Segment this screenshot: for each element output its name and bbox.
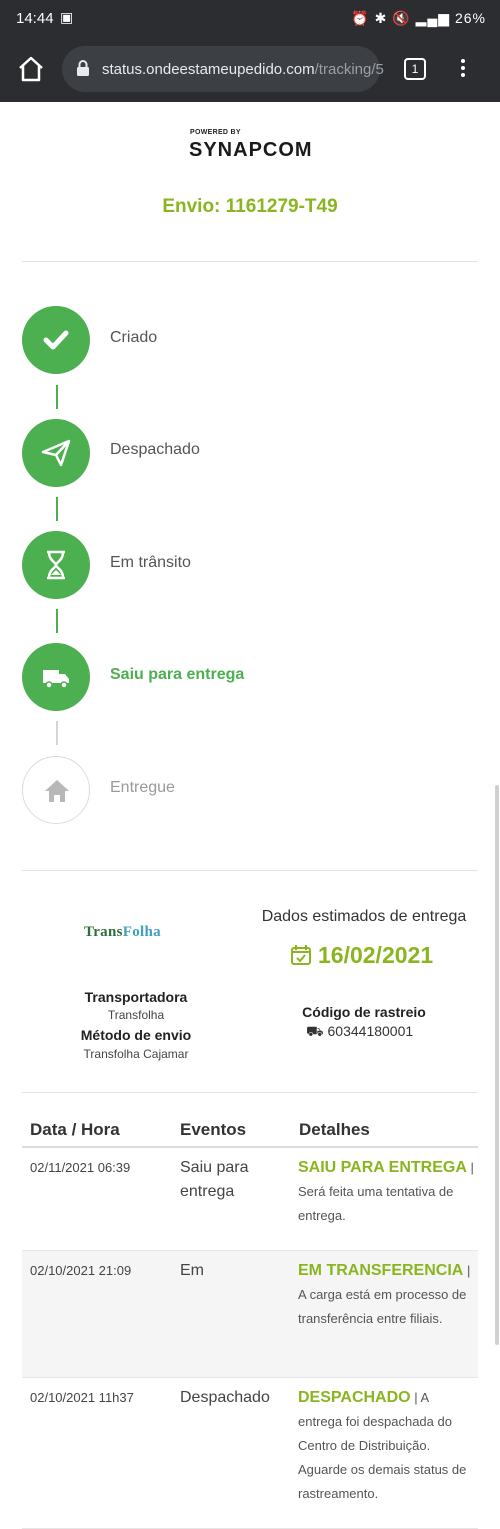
divider — [22, 870, 478, 871]
carrier-info: Transportadora Transfolha Método de envi… — [26, 989, 246, 1061]
paper-plane-icon — [41, 439, 71, 467]
table-row: 02/11/2021 06:39 Saiu para entrega SAIU … — [22, 1148, 478, 1251]
estimated-date-value: 16/02/2021 — [318, 942, 434, 968]
home-icon — [45, 780, 69, 802]
carrier-value: Transfolha — [107, 1008, 165, 1022]
table-row: 02/10/2021 11h37 Despachado DESPACHADO |… — [22, 1378, 478, 1529]
event-date: 02/11/2021 06:39 — [30, 1160, 131, 1175]
battery-level: 26% — [454, 10, 486, 26]
event-detail: SAIU PARA ENTREGA | Será feita uma tenta… — [298, 1159, 474, 1223]
page-scrollbar[interactable] — [495, 785, 499, 1345]
event-description: A carga está em processo de transferênci… — [298, 1287, 467, 1326]
event-detail: DESPACHADO | A entrega foi despachada do… — [298, 1389, 467, 1501]
shipment-title: Envio: 1161279-T49 — [162, 196, 338, 217]
shipping-method-value: Transfolha Cajamar — [83, 1047, 189, 1061]
home-icon[interactable] — [16, 54, 46, 84]
step-despachado-icon — [22, 419, 90, 487]
carrier-logo-part: Folha — [122, 924, 161, 940]
estimated-date: 16/02/2021 — [290, 942, 433, 969]
step-label-em-transito: Em trânsito — [110, 554, 191, 571]
check-icon — [43, 330, 69, 350]
event-description: A entrega foi despachada do Centro de Di… — [298, 1390, 467, 1501]
carrier-logo: TransFolha — [84, 924, 161, 941]
url-text: status.ondeestameupedido.com/tracking/5 — [102, 61, 384, 78]
url-host: status.ondeestameupedido.com — [102, 61, 315, 78]
event-name: Despachado — [180, 1389, 270, 1406]
calendar-check-icon — [291, 945, 311, 965]
step-connector — [56, 385, 58, 409]
step-label-despachado: Despachado — [110, 441, 200, 458]
hourglass-icon — [47, 550, 65, 580]
step-label-criado: Criado — [110, 329, 158, 346]
event-date: 02/10/2021 11h37 — [30, 1390, 134, 1405]
gallery-notification-icon: ▣ — [60, 9, 74, 25]
step-label-saiu-para-entrega: Saiu para entrega — [110, 666, 245, 683]
shipping-method-label: Método de envio — [80, 1027, 192, 1043]
divider — [22, 1092, 478, 1093]
tracking-code: ⛟ 60344180001 — [306, 1023, 413, 1042]
step-connector — [56, 497, 58, 521]
status-icons: ⏰ ✱ 🔇 ▂▄▆ 26% — [351, 10, 486, 26]
event-name: Em — [180, 1262, 204, 1279]
tracking-code-value: 60344180001 — [327, 1023, 414, 1039]
event-status: SAIU PARA ENTREGA — [298, 1159, 467, 1176]
truck-icon: ⛟ — [306, 1023, 324, 1039]
url-path: /tracking/5 — [314, 61, 384, 78]
carrier-logo-part: Trans — [84, 924, 123, 940]
overflow-menu-icon[interactable] — [458, 56, 468, 82]
step-connector — [56, 721, 58, 745]
estimate-label: Dados estimados de entrega — [261, 908, 467, 925]
step-saiu-para-entrega-icon — [22, 643, 90, 711]
event-description: Será feita uma tentativa de entrega. — [298, 1184, 454, 1223]
truck-icon — [43, 670, 69, 689]
step-label-entregue: Entregue — [110, 779, 175, 796]
event-name: Saiu para entrega — [180, 1159, 249, 1200]
divider — [22, 261, 478, 262]
tracking-events-table: Data / Hora Eventos Detalhes 02/11/2021 … — [22, 1108, 478, 1529]
system-status-bar: 14:44 ▣ ⏰ ✱ 🔇 ▂▄▆ 26% — [0, 0, 500, 38]
column-header-details: Detalhes — [299, 1120, 370, 1139]
column-header-events: Eventos — [180, 1120, 247, 1139]
tracking-code-label: Código de rastreio — [302, 1004, 426, 1020]
event-status: EM TRANSFERENCIA — [298, 1262, 464, 1279]
tracking-label-wrap: Código de rastreio — [254, 1004, 474, 1022]
step-criado-icon — [22, 306, 90, 374]
powered-by-label: POWERED BY — [190, 129, 241, 136]
clock: 14:44 — [16, 10, 54, 27]
tab-switcher-button[interactable]: 1 — [404, 58, 426, 80]
column-header-date: Data / Hora — [30, 1120, 120, 1139]
table-header: Data / Hora Eventos Detalhes — [22, 1108, 478, 1148]
event-status: DESPACHADO — [298, 1389, 411, 1406]
brand-logo: SYNAPCOM — [189, 139, 313, 161]
step-connector — [56, 609, 58, 633]
carrier-label: Transportadora — [84, 989, 188, 1005]
address-bar[interactable]: status.ondeestameupedido.com/tracking/5 — [62, 46, 384, 92]
step-em-transito-icon — [22, 531, 90, 599]
browser-toolbar: status.ondeestameupedido.com/tracking/5 … — [0, 38, 500, 102]
step-entregue-icon — [22, 756, 90, 824]
lock-icon — [77, 60, 89, 76]
table-row: 02/10/2021 21:09 Em EM TRANSFERENCIA | A… — [22, 1251, 478, 1378]
event-detail: EM TRANSFERENCIA | A carga está em proce… — [298, 1262, 471, 1326]
event-date: 02/10/2021 21:09 — [30, 1263, 132, 1278]
